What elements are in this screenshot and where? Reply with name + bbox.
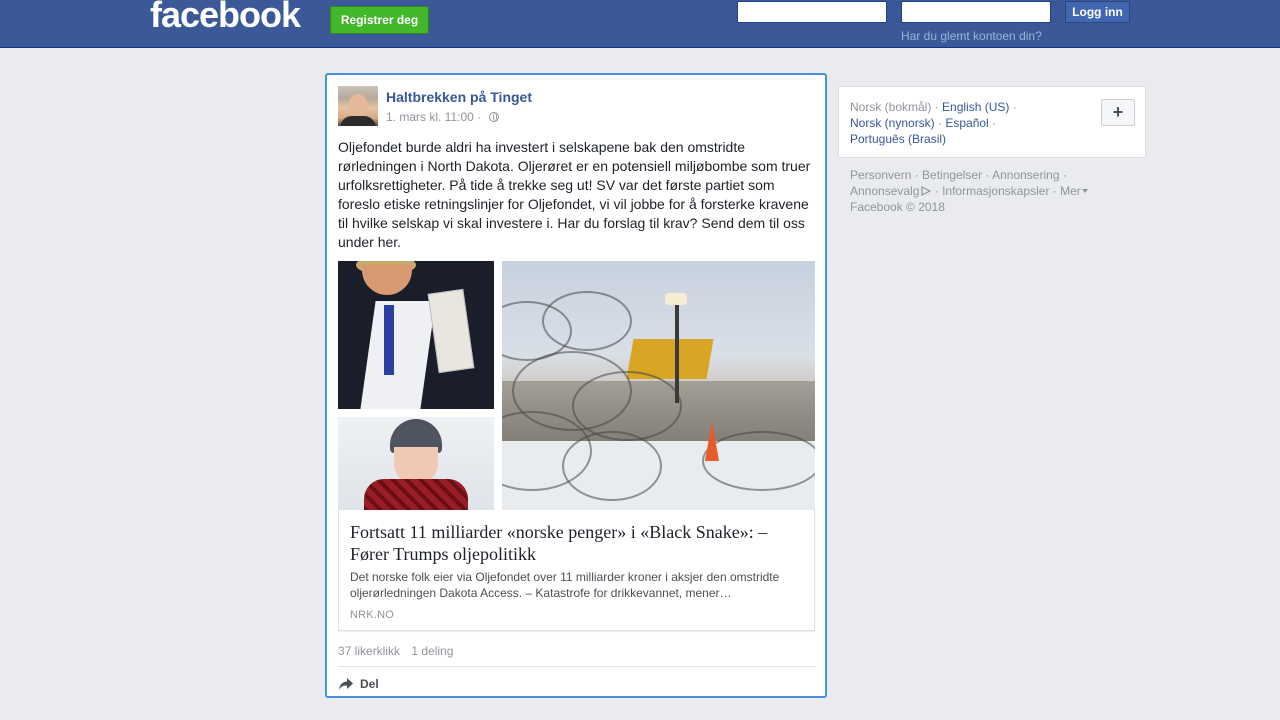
- language-selector-box: Norsk (bokmål) · English (US) · Norsk (n…: [838, 86, 1146, 158]
- forgot-account-link[interactable]: Har du glemt kontoen din?: [901, 29, 1042, 43]
- top-bar: facebook Registrer deg Logg inn Har du g…: [0, 0, 1280, 48]
- footer-link-advertising[interactable]: Annonsering: [992, 168, 1059, 182]
- language-option-english[interactable]: English (US): [942, 100, 1009, 114]
- link-title[interactable]: Fortsatt 11 milliarder «norske penger» i…: [350, 521, 805, 565]
- copyright: Facebook © 2018: [850, 200, 945, 214]
- footer-link-more[interactable]: Mer: [1060, 184, 1088, 198]
- language-option-nynorsk[interactable]: Norsk (nynorsk): [850, 116, 935, 130]
- language-option-portuguese[interactable]: Português (Brasil): [850, 132, 946, 146]
- email-field[interactable]: [737, 1, 887, 23]
- language-list: Norsk (bokmål) · English (US) · Norsk (n…: [850, 100, 1017, 146]
- meta-separator: ·: [477, 110, 482, 124]
- post-image-pipeline-site[interactable]: [502, 261, 815, 510]
- share-arrow-icon: [339, 678, 353, 690]
- link-source: NRK.NO: [350, 609, 394, 621]
- password-field[interactable]: [901, 1, 1051, 23]
- post-stats: 37 likerklikk 1 deling: [338, 644, 461, 658]
- more-languages-button[interactable]: +: [1101, 99, 1135, 126]
- post-text: Oljefondet burde aldri ha investert i se…: [338, 139, 811, 250]
- login-button[interactable]: Logg inn: [1065, 1, 1130, 23]
- post-author[interactable]: Haltbrekken på Tinget: [386, 89, 532, 105]
- footer-link-cookies[interactable]: Informasjonskapsler: [942, 184, 1049, 198]
- footer-link-privacy[interactable]: Personvern: [850, 168, 911, 182]
- post-date[interactable]: 1. mars kl. 11:00: [386, 110, 474, 124]
- footer-link-terms[interactable]: Betingelser: [922, 168, 982, 182]
- language-option-spanish[interactable]: Español: [945, 116, 988, 130]
- footer-link-adchoices-label: Annonsevalg: [850, 184, 920, 198]
- link-preview[interactable]: Fortsatt 11 milliarder «norske penger» i…: [338, 510, 815, 631]
- post-card: Haltbrekken på Tinget 1. mars kl. 11:00 …: [325, 73, 827, 698]
- link-description: Det norske folk eier via Oljefondet over…: [350, 570, 780, 600]
- share-label: Del: [360, 677, 379, 691]
- facebook-logo[interactable]: facebook: [150, 0, 301, 36]
- post-image-portrait[interactable]: [338, 417, 494, 510]
- avatar[interactable]: [338, 86, 378, 126]
- divider: [338, 666, 816, 667]
- register-button[interactable]: Registrer deg: [330, 6, 429, 34]
- likes-count[interactable]: 37 likerklikk: [338, 644, 400, 658]
- globe-icon[interactable]: [488, 112, 499, 122]
- post-meta: 1. mars kl. 11:00 ·: [386, 110, 499, 124]
- post-image-signing[interactable]: [338, 261, 494, 409]
- footer-link-adchoices[interactable]: Annonsevalg: [850, 184, 932, 198]
- adchoices-icon: [921, 186, 932, 196]
- share-button[interactable]: Del: [338, 675, 379, 693]
- shares-count[interactable]: 1 deling: [411, 644, 453, 658]
- footer-link-more-label: Mer: [1060, 184, 1081, 198]
- language-current: Norsk (bokmål): [850, 100, 932, 114]
- footer-links: Personvern · Betingelser · Annonsering ·…: [850, 167, 1110, 215]
- caret-down-icon: [1081, 189, 1088, 193]
